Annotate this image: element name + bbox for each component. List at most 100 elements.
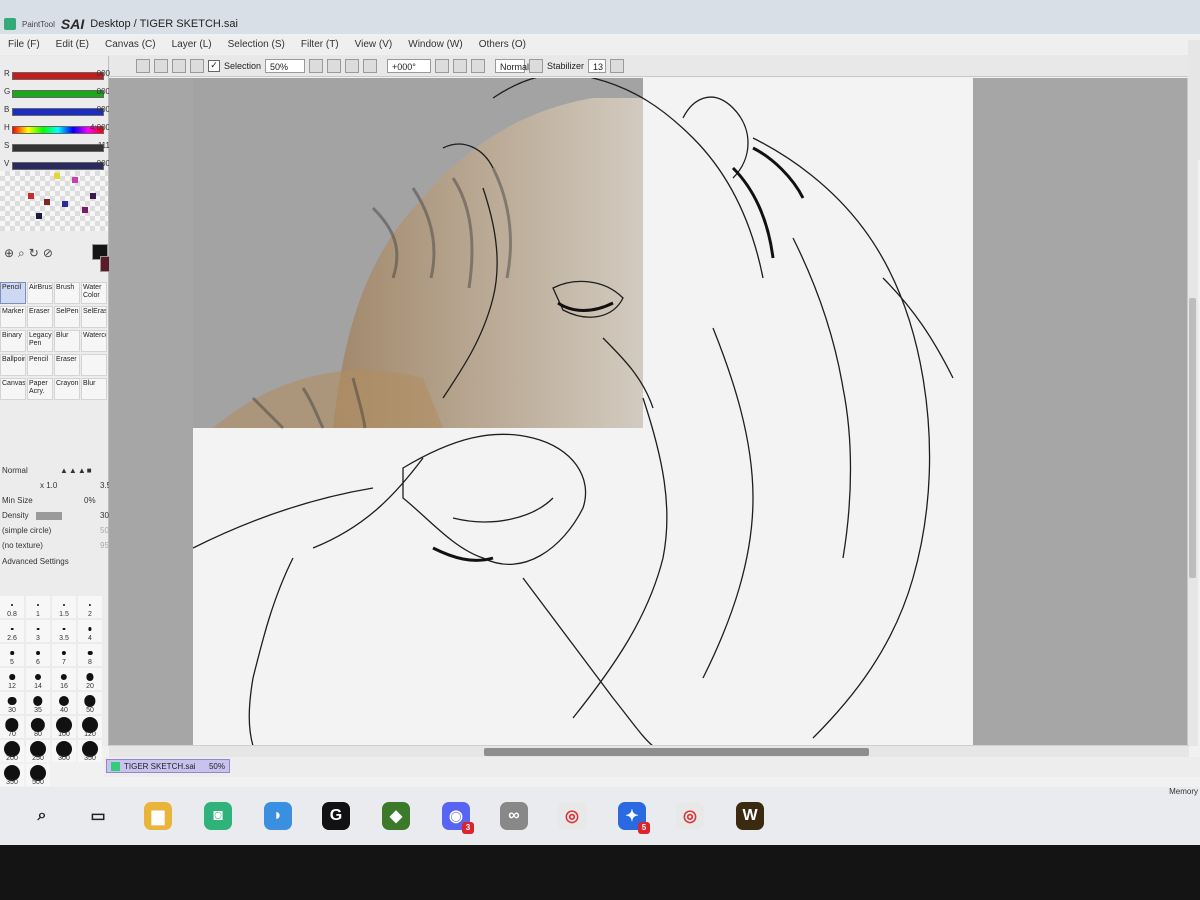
brush-size-preset[interactable]: 30 xyxy=(0,692,24,714)
redo-button[interactable] xyxy=(154,58,168,73)
tool-slot-11[interactable]: Watercolor xyxy=(81,330,107,352)
tool-slot-4[interactable]: Marker xyxy=(0,306,26,328)
canvas-viewport[interactable] xyxy=(109,78,1189,746)
tool-slot-8[interactable]: Binary xyxy=(0,330,26,352)
chrome-profile-icon[interactable]: ◎ xyxy=(676,802,704,830)
slider-track[interactable] xyxy=(12,90,104,98)
brush-size-preset[interactable]: 2.6 xyxy=(0,620,24,642)
brush-size-preset[interactable]: 200 xyxy=(0,740,24,762)
brush-size-preset[interactable]: 3 xyxy=(26,620,50,642)
brush-size-preset[interactable]: 35 xyxy=(26,692,50,714)
density-slider-fill[interactable] xyxy=(36,512,62,520)
zoom-dropdown-button[interactable] xyxy=(309,58,324,73)
menu-window[interactable]: Window (W) xyxy=(400,36,470,54)
color-slider-s[interactable]: S 111 xyxy=(0,138,110,156)
color-slider-h[interactable]: H 4:000 xyxy=(0,120,110,138)
brush-size-preset[interactable]: 120 xyxy=(78,716,102,738)
shape-value[interactable]: 50 xyxy=(100,526,109,535)
brush-mode[interactable]: Normal xyxy=(2,466,28,475)
deselect-button[interactable] xyxy=(172,58,186,73)
size-multiplier[interactable]: x 1.0 xyxy=(40,481,57,490)
brush-size-preset[interactable]: 2 xyxy=(78,596,102,618)
rotate-left-button[interactable] xyxy=(435,58,450,73)
brush-size-preset[interactable]: 8 xyxy=(78,644,102,666)
brush-size-preset[interactable]: 6 xyxy=(26,644,50,666)
tool-slot-3[interactable]: Water Color xyxy=(81,282,107,304)
stabilizer-dropdown[interactable] xyxy=(610,58,625,73)
tool-slot-1[interactable]: AirBrush xyxy=(27,282,53,304)
brush-size-preset[interactable]: 70 xyxy=(0,716,24,738)
tool-slot-16[interactable]: Canvas xyxy=(0,378,26,400)
task-view-icon[interactable]: ▭ xyxy=(84,802,112,830)
horizontal-scroll-thumb[interactable] xyxy=(484,748,869,756)
menu-canvas[interactable]: Canvas (C) xyxy=(97,36,164,54)
menu-view[interactable]: View (V) xyxy=(347,36,401,54)
min-size-value[interactable]: 0% xyxy=(84,496,96,505)
brush-size-preset[interactable]: 300 xyxy=(52,740,76,762)
tool-slot-13[interactable]: Pencil xyxy=(27,354,53,376)
brush-size-preset[interactable]: 14 xyxy=(26,668,50,690)
tool-slot-17[interactable]: Paper Acry. xyxy=(27,378,53,400)
swatch-purple[interactable] xyxy=(82,207,88,213)
tool-slot-5[interactable]: Eraser xyxy=(27,306,53,328)
file-explorer-icon[interactable]: ▆ xyxy=(144,802,172,830)
swatch-yellow[interactable] xyxy=(54,173,60,179)
brush-size-preset[interactable]: 5 xyxy=(0,644,24,666)
swatch-magenta[interactable] xyxy=(72,177,78,183)
brush-size-preset[interactable]: 50 xyxy=(78,692,102,714)
zoom-reset-button[interactable] xyxy=(363,58,378,73)
tool-slot-7[interactable]: SelEras xyxy=(81,306,107,328)
nav-tool-icons[interactable]: ⊕⌕↻⊘ xyxy=(4,246,57,261)
search-icon[interactable]: ⌕ xyxy=(28,802,56,830)
brush-size-preset[interactable]: 7 xyxy=(52,644,76,666)
menu-layer[interactable]: Layer (L) xyxy=(164,36,220,54)
swatch-blue[interactable] xyxy=(62,201,68,207)
rotation-field[interactable]: +000° xyxy=(387,58,432,73)
zoom-in-button[interactable] xyxy=(345,58,360,73)
brush-size-preset[interactable]: 16 xyxy=(52,668,76,690)
tool-slot-10[interactable]: Blur xyxy=(54,330,80,352)
link-app-icon[interactable]: ∞ xyxy=(500,802,528,830)
swatch-navy[interactable] xyxy=(36,213,42,219)
brush-size-preset[interactable]: 1.5 xyxy=(52,596,76,618)
brush-size-preset[interactable]: 80 xyxy=(26,716,50,738)
canvas-paper[interactable] xyxy=(192,78,973,746)
brush-size-preset[interactable]: 12 xyxy=(0,668,24,690)
brush-size-preset[interactable]: 350 xyxy=(0,764,24,786)
tool-slot-12[interactable]: Ballpoint xyxy=(0,354,26,376)
swatch-red[interactable] xyxy=(28,193,34,199)
undo-button[interactable] xyxy=(136,58,150,73)
warcraft-icon[interactable]: W xyxy=(736,802,764,830)
flip-button[interactable] xyxy=(471,58,486,73)
vertical-scrollbar[interactable] xyxy=(1187,78,1198,746)
advanced-settings-toggle[interactable]: Advanced Settings xyxy=(2,557,69,566)
brush-size-preset[interactable]: 350 xyxy=(78,740,102,762)
menu-selection[interactable]: Selection (S) xyxy=(220,36,293,54)
app-green-icon[interactable]: ◙ xyxy=(204,802,232,830)
game-app-icon[interactable]: ◆ xyxy=(382,802,410,830)
tool-slot-18[interactable]: Crayon xyxy=(54,378,80,400)
shape-label[interactable]: (simple circle) xyxy=(2,526,51,535)
vertical-scroll-thumb[interactable] xyxy=(1189,298,1196,578)
brush-size-preset[interactable]: 40 xyxy=(52,692,76,714)
rotate-right-button[interactable] xyxy=(453,58,468,73)
tool-slot-14[interactable]: Eraser xyxy=(54,354,80,376)
color-slider-b[interactable]: B 000 xyxy=(0,102,110,120)
tool-slot-9[interactable]: Legacy Pen xyxy=(27,330,53,352)
swatch-palette[interactable] xyxy=(0,171,108,231)
brush-size-preset[interactable]: 500 xyxy=(26,764,50,786)
tool-slot-2[interactable]: Brush xyxy=(54,282,80,304)
menu-filter[interactable]: Filter (T) xyxy=(293,36,347,54)
tool-slot-6[interactable]: SelPen xyxy=(54,306,80,328)
zoom-out-button[interactable] xyxy=(327,58,342,73)
menu-others[interactable]: Others (O) xyxy=(471,36,534,54)
blend-mode-field[interactable]: Normal xyxy=(495,58,529,73)
tool-slot-0[interactable]: Pencil xyxy=(0,282,26,304)
menu-file[interactable]: File (F) xyxy=(0,36,48,54)
menu-edit[interactable]: Edit (E) xyxy=(48,36,97,54)
chrome-icon[interactable]: ◎ xyxy=(558,802,586,830)
stabilizer-field[interactable]: 13 xyxy=(588,58,607,73)
swatch-dark-purple[interactable] xyxy=(90,193,96,199)
color-slider-r[interactable]: R 000 xyxy=(0,66,110,84)
slider-track[interactable] xyxy=(12,162,104,170)
